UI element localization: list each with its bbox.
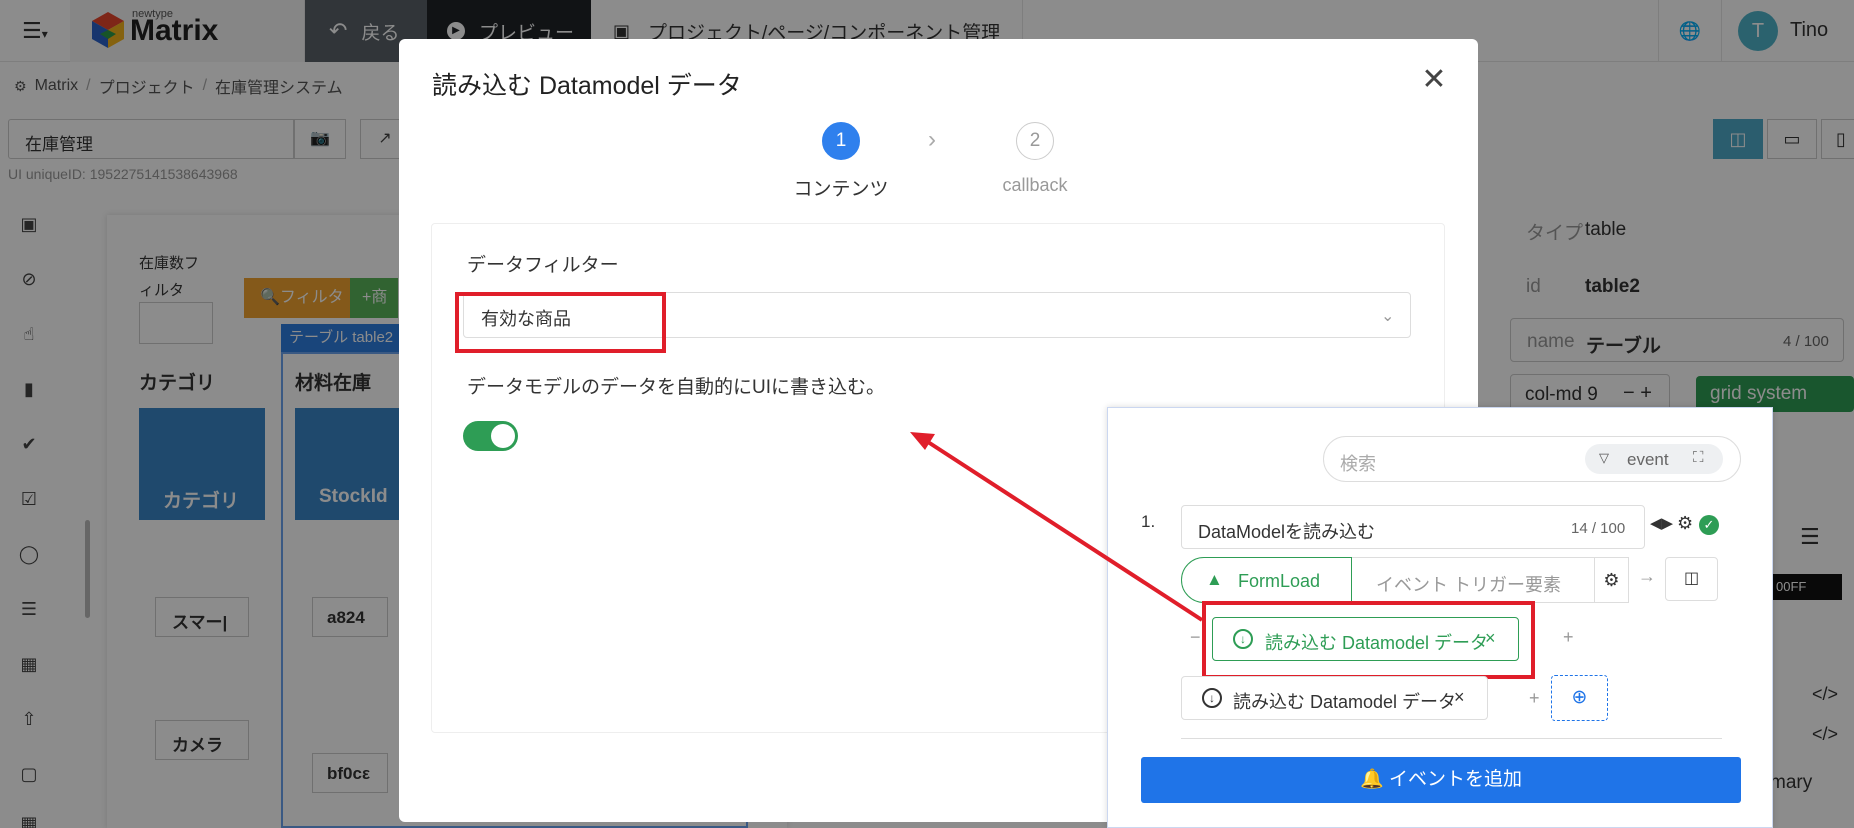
annotation-arrow (910, 432, 1204, 622)
